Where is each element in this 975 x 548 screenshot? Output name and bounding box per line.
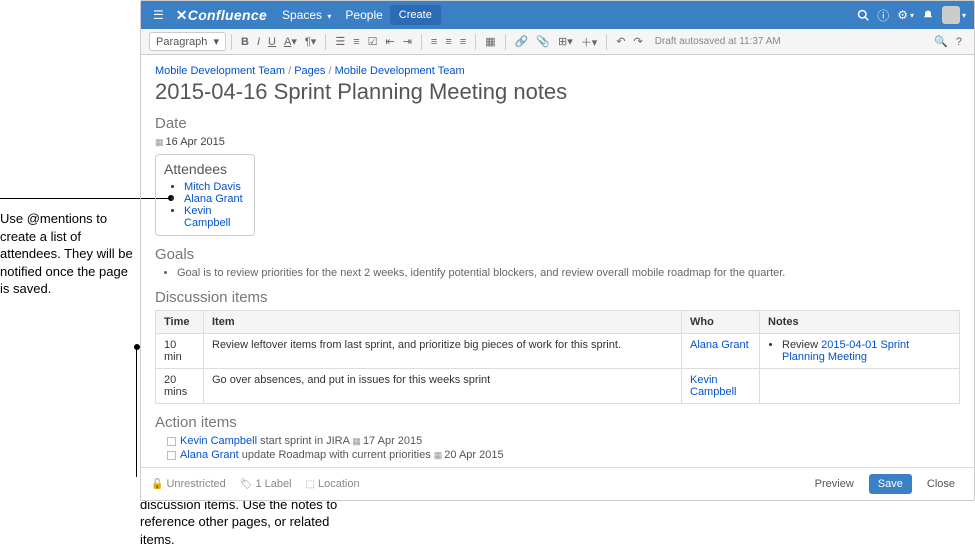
calendar-icon: ▦ [155,137,164,147]
labels-button[interactable]: 🏷1 Label [240,478,292,490]
notifications-icon[interactable] [922,9,934,21]
preview-button[interactable]: Preview [806,474,863,494]
bold-button[interactable]: B [241,36,249,48]
date-value[interactable]: ▦16 Apr 2015 [155,136,960,148]
underline-button[interactable]: U [268,36,276,48]
col-item: Item [204,311,682,334]
tag-icon: 🏷 [240,479,253,490]
gear-icon[interactable]: ⚙▾ [897,8,914,22]
editor-window: ☰ ✕Confluence Spaces ▾ People Create ⓘ ⚙… [140,0,975,501]
checkbox-icon[interactable] [167,451,176,460]
text-color-button[interactable]: A▾ [284,35,297,48]
editor-content[interactable]: Mobile Development Team / Pages / Mobile… [141,55,974,467]
callout-attendees: Use @mentions to create a list of attend… [0,210,135,298]
attendees-panel: Attendees Mitch Davis Alana Grant Kevin … [155,154,255,236]
nav-people[interactable]: People [345,8,382,22]
search-icon[interactable] [857,9,869,21]
insert-button[interactable]: ＋▾ [581,34,598,50]
user-link[interactable]: Alana Grant [690,339,749,351]
find-button[interactable]: 🔍 [934,35,948,48]
confluence-logo[interactable]: ✕Confluence [176,7,267,24]
editor-toolbar: Paragraph ▾ B I U A▾ ¶▾ ☰ ≡ ☑ ⇤ ⇥ ≡ ≡ ≡ … [141,29,974,55]
editor-footer: 🔓Unrestricted 🏷1 Label ⬚Location Preview… [141,467,974,500]
user-link[interactable]: Kevin Campbell [690,374,736,398]
indent-button[interactable]: ⇥ [403,35,412,48]
col-time: Time [156,311,204,334]
autosave-status: Draft autosaved at 11:37 AM [655,36,781,47]
link-button[interactable]: 🔗 [515,35,529,48]
layout-button[interactable]: ▦ [485,35,495,48]
paragraph-style-select[interactable]: Paragraph ▾ [149,32,226,51]
table-row[interactable]: 10 min Review leftover items from last s… [156,334,960,369]
user-menu-caret[interactable]: ▾ [962,11,966,20]
col-who: Who [682,311,760,334]
user-link[interactable]: Alana Grant [180,449,239,461]
discussion-table[interactable]: Time Item Who Notes 10 min Review leftov… [155,310,960,404]
align-right-button[interactable]: ≡ [460,36,466,48]
redo-button[interactable]: ↷ [634,35,643,48]
section-discussion: Discussion items [155,289,960,306]
help-button[interactable]: ? [956,36,962,48]
calendar-icon: ▦ [352,436,361,446]
more-format-button[interactable]: ¶▾ [305,35,316,48]
table-row[interactable]: 20 mins Go over absences, and put in iss… [156,369,960,404]
breadcrumb: Mobile Development Team / Pages / Mobile… [155,65,960,77]
attendee-link[interactable]: Mitch Davis [184,181,241,193]
align-left-button[interactable]: ≡ [431,36,437,48]
section-action: Action items [155,414,960,431]
help-icon[interactable]: ⓘ [877,7,889,24]
breadcrumb-space[interactable]: Mobile Development Team [155,65,285,77]
italic-button[interactable]: I [257,36,260,48]
undo-button[interactable]: ↶ [616,35,625,48]
location-icon: ⬚ [306,479,315,490]
lock-icon: 🔓 [151,479,163,490]
table-button[interactable]: ⊞▾ [558,35,573,48]
user-link[interactable]: Kevin Campbell [180,435,257,447]
action-item[interactable]: Kevin Campbell start sprint in JIRA ▦17 … [167,435,960,447]
section-date: Date [155,115,960,132]
number-list-button[interactable]: ≡ [353,36,359,48]
breadcrumb-parent[interactable]: Mobile Development Team [335,65,465,77]
calendar-icon: ▦ [434,450,443,460]
action-items-list: Kevin Campbell start sprint in JIRA ▦17 … [155,435,960,461]
goal-item[interactable]: Goal is to review priorities for the nex… [177,267,960,279]
close-button[interactable]: Close [918,474,964,494]
task-list-button[interactable]: ☑ [368,35,378,48]
checkbox-icon[interactable] [167,437,176,446]
restrictions-button[interactable]: 🔓Unrestricted [151,478,226,490]
nav-spaces[interactable]: Spaces ▾ [282,8,331,22]
save-button[interactable]: Save [869,474,912,494]
section-goals: Goals [155,246,960,263]
bullet-list-button[interactable]: ☰ [335,35,345,48]
top-navbar: ☰ ✕Confluence Spaces ▾ People Create ⓘ ⚙… [141,1,974,29]
create-button[interactable]: Create [390,5,441,25]
location-button[interactable]: ⬚Location [306,478,360,490]
user-avatar[interactable] [942,6,960,24]
page-title[interactable]: 2015-04-16 Sprint Planning Meeting notes [155,79,960,105]
breadcrumb-pages[interactable]: Pages [294,65,325,77]
attachment-button[interactable]: 📎 [536,35,550,48]
attendee-link[interactable]: Alana Grant [184,193,243,205]
attendee-link[interactable]: Kevin Campbell [184,205,230,229]
col-notes: Notes [760,311,960,334]
action-item[interactable]: Alana Grant update Roadmap with current … [167,449,960,461]
outdent-button[interactable]: ⇤ [385,35,394,48]
section-attendees: Attendees [164,161,246,177]
menu-icon[interactable]: ☰ [153,8,164,22]
align-center-button[interactable]: ≡ [445,36,451,48]
